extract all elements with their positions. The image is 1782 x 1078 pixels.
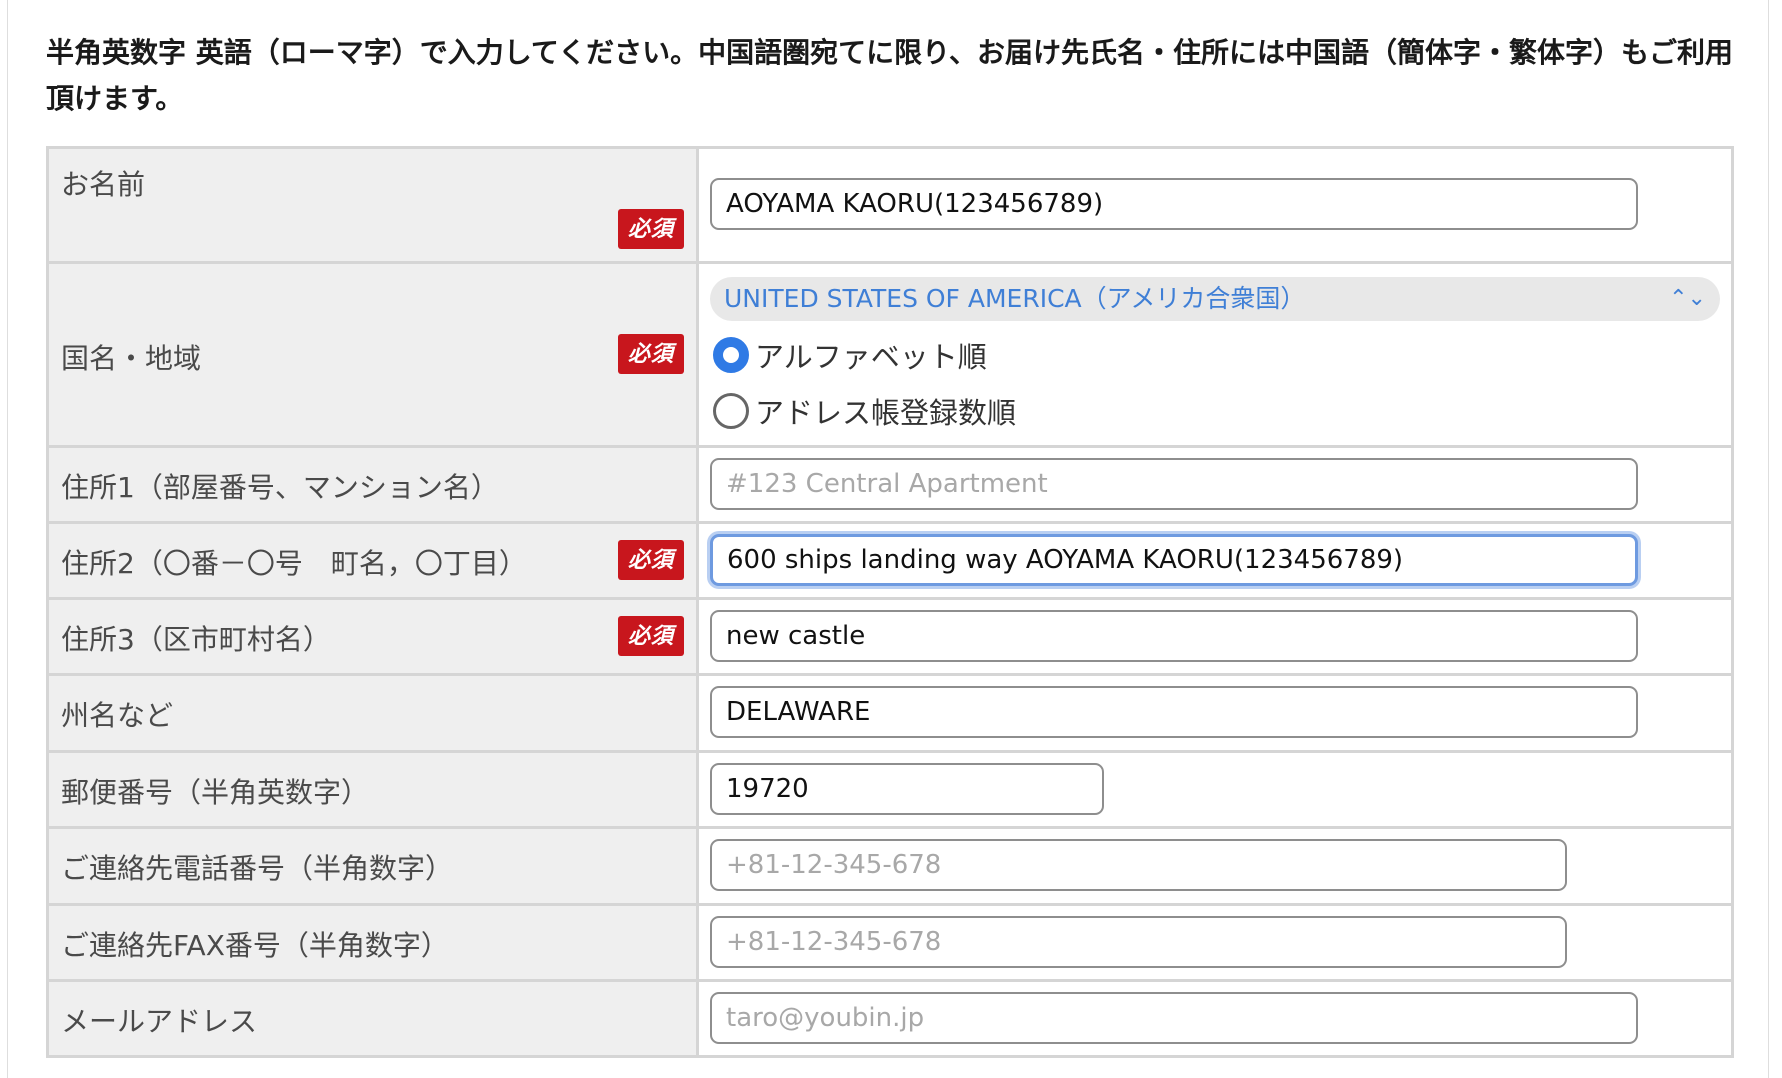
- value-cell: [696, 673, 1734, 753]
- postal-label: 郵便番号（半角英数字）: [61, 776, 370, 809]
- value-cell: [696, 146, 1734, 264]
- address3-input[interactable]: [710, 610, 1638, 662]
- form-row-address3: 住所3（区市町村名） 必須: [46, 597, 1734, 676]
- label-cell: ご連絡先電話番号（半角数字）: [46, 826, 699, 906]
- label-cell: ご連絡先FAX番号（半角数字）: [46, 903, 699, 982]
- form-row-country: 国名・地域 必須 UNITED STATES OF AMERICA（アメリカ合衆…: [46, 261, 1734, 448]
- sort-option-label: アルファベット順: [755, 340, 987, 374]
- label-cell: 住所1（部屋番号、マンション名）: [46, 445, 699, 524]
- form-row-state: 州名など: [46, 673, 1734, 753]
- state-input[interactable]: [710, 686, 1638, 738]
- required-badge: 必須: [618, 209, 684, 249]
- country-select-value: UNITED STATES OF AMERICA（アメリカ合衆国）: [724, 284, 1306, 313]
- email-label: メールアドレス: [61, 1005, 258, 1038]
- fax-label: ご連絡先FAX番号（半角数字）: [61, 929, 449, 962]
- email-input[interactable]: [710, 992, 1638, 1044]
- address1-label: 住所1（部屋番号、マンション名）: [61, 471, 499, 504]
- form-row-phone: ご連絡先電話番号（半角数字）: [46, 826, 1734, 906]
- form-row-address1: 住所1（部屋番号、マンション名）: [46, 445, 1734, 524]
- country-label: 国名・地域: [61, 342, 202, 375]
- value-cell: [696, 826, 1734, 906]
- state-label: 州名など: [61, 699, 174, 732]
- form-instructions: 半角英数字 英語（ローマ字）で入力してください。中国語圏宛てに限り、お届け先氏名…: [46, 36, 1733, 115]
- value-cell: [696, 597, 1734, 676]
- name-label: お名前: [61, 168, 146, 201]
- label-cell: お名前 必須: [46, 146, 699, 264]
- postal-input[interactable]: [710, 763, 1104, 815]
- label-cell: 国名・地域 必須: [46, 261, 699, 448]
- value-cell: [696, 903, 1734, 982]
- required-badge: 必須: [618, 540, 684, 580]
- value-cell: [696, 750, 1734, 829]
- value-cell: [696, 445, 1734, 524]
- sort-option-address-book[interactable]: アドレス帳登録数順: [713, 390, 1016, 432]
- address1-input[interactable]: [710, 458, 1638, 510]
- label-cell: 住所2（〇番－〇号 町名，〇丁目） 必須: [46, 521, 699, 600]
- address2-input[interactable]: [710, 534, 1638, 586]
- radio-unchecked-icon: [713, 393, 749, 429]
- form-row-postal: 郵便番号（半角英数字）: [46, 750, 1734, 829]
- label-cell: 住所3（区市町村名） 必須: [46, 597, 699, 676]
- label-cell: 州名など: [46, 673, 699, 753]
- chevron-up-down-icon: ⌃⌄: [1669, 286, 1706, 311]
- value-cell: [696, 521, 1734, 600]
- required-badge: 必須: [618, 616, 684, 656]
- label-cell: メールアドレス: [46, 979, 699, 1058]
- name-input[interactable]: [710, 178, 1638, 230]
- country-select[interactable]: UNITED STATES OF AMERICA（アメリカ合衆国） ⌃⌄: [710, 277, 1720, 321]
- radio-checked-icon: [713, 337, 749, 373]
- sort-option-alphabetical[interactable]: アルファベット順: [713, 334, 987, 376]
- phone-label: ご連絡先電話番号（半角数字）: [61, 852, 454, 885]
- address3-label: 住所3（区市町村名）: [61, 623, 331, 656]
- required-badge: 必須: [618, 334, 684, 374]
- value-cell: [696, 979, 1734, 1058]
- phone-input[interactable]: [710, 839, 1567, 891]
- value-cell: UNITED STATES OF AMERICA（アメリカ合衆国） ⌃⌄ アルフ…: [696, 261, 1734, 448]
- label-cell: 郵便番号（半角英数字）: [46, 750, 699, 829]
- fax-input[interactable]: [710, 916, 1567, 968]
- form-row-fax: ご連絡先FAX番号（半角数字）: [46, 903, 1734, 982]
- address2-label: 住所2（〇番－〇号 町名，〇丁目）: [61, 547, 527, 580]
- form-row-email: メールアドレス: [46, 979, 1734, 1058]
- address-form-table: お名前 必須 国名・地域 必須 UNITED STATES OF AMERICA…: [46, 146, 1734, 1058]
- sort-option-label: アドレス帳登録数順: [755, 396, 1017, 430]
- form-row-name: お名前 必須: [46, 146, 1734, 264]
- form-row-address2: 住所2（〇番－〇号 町名，〇丁目） 必須: [46, 521, 1734, 600]
